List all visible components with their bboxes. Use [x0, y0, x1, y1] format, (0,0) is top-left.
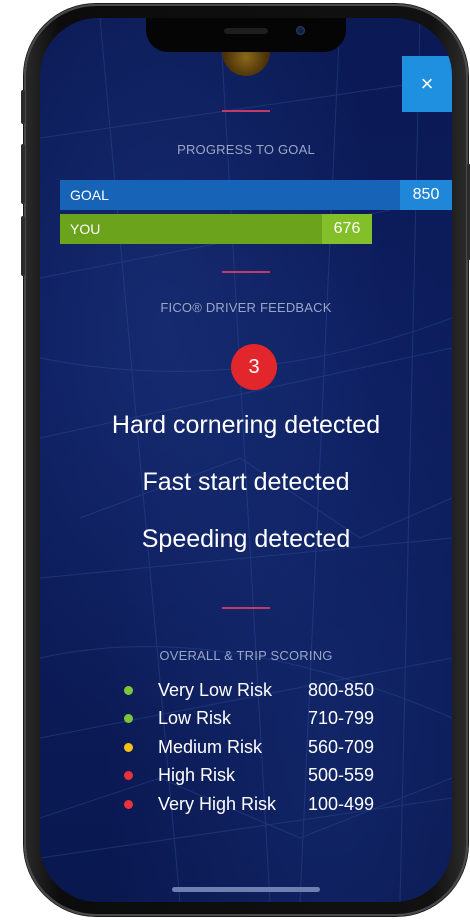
goal-value: 850	[400, 180, 452, 210]
mute-switch	[21, 90, 25, 124]
volume-up-button	[21, 144, 25, 204]
risk-dot-icon	[124, 771, 133, 781]
close-icon: ×	[420, 71, 434, 96]
risk-range: 100-499	[308, 793, 375, 814]
risk-label: Medium Risk	[158, 736, 263, 757]
risk-dot-icon	[124, 685, 133, 695]
legend-row: Very High Risk 100-499	[124, 790, 424, 819]
section-divider	[222, 110, 270, 112]
risk-range: 560-709	[308, 736, 375, 757]
volume-down-button	[21, 216, 25, 276]
scoring-title: OVERALL & TRIP SCORING	[159, 648, 333, 663]
you-label: YOU	[70, 221, 101, 237]
feedback-item: Speeding detected	[141, 525, 351, 553]
close-button[interactable]: ×	[402, 56, 452, 112]
risk-label: High Risk	[158, 765, 236, 786]
feedback-item: Fast start detected	[142, 468, 350, 496]
home-indicator[interactable]	[172, 887, 320, 892]
legend-row: Low Risk 710-799	[124, 705, 424, 734]
speaker-grille	[224, 28, 268, 34]
risk-range: 800-850	[308, 679, 375, 700]
you-value: 676	[322, 214, 372, 244]
risk-dot-icon	[124, 742, 133, 752]
progress-title: PROGRESS TO GOAL	[177, 142, 315, 157]
goal-bar: GOAL 850	[60, 180, 452, 210]
app-screen: × PROGRESS TO GOAL GOAL 850 YOU 676 FICO…	[40, 18, 452, 902]
feedback-count-badge: 3	[231, 344, 277, 390]
feedback-title: FICO® DRIVER FEEDBACK	[160, 300, 332, 315]
feedback-item: Hard cornering detected	[111, 411, 381, 439]
front-camera	[296, 26, 305, 35]
risk-legend: Very Low Risk 800-850 Low Risk 710-799 M…	[124, 676, 424, 819]
section-divider	[222, 271, 270, 273]
notch	[146, 18, 346, 52]
phone-frame: × PROGRESS TO GOAL GOAL 850 YOU 676 FICO…	[21, 4, 470, 916]
legend-row: Very Low Risk 800-850	[124, 676, 424, 705]
you-bar: YOU 676	[60, 214, 372, 244]
legend-row: High Risk 500-559	[124, 762, 424, 791]
legend-row: Medium Risk 560-709	[124, 733, 424, 762]
risk-range: 710-799	[308, 708, 375, 729]
section-divider	[222, 607, 270, 609]
risk-label: Very High Risk	[158, 793, 277, 814]
risk-dot-icon	[124, 799, 133, 809]
risk-dot-icon	[124, 714, 133, 724]
risk-range: 500-559	[308, 765, 375, 786]
risk-label: Very Low Risk	[158, 679, 273, 700]
goal-label: GOAL	[70, 187, 109, 203]
risk-label: Low Risk	[158, 708, 232, 729]
